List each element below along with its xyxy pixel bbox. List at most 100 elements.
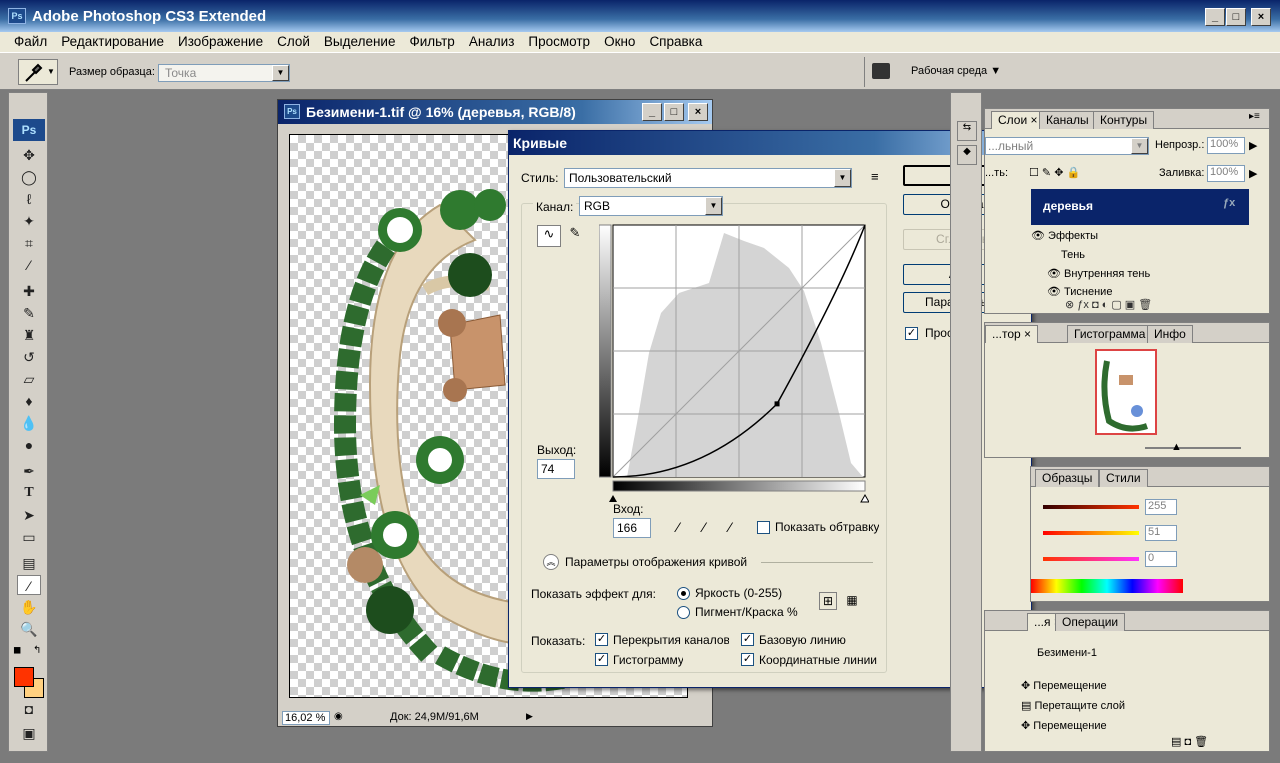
document-titlebar[interactable]: Ps Безимени-1.tif @ 16% (деревья, RGB/8)… [278, 100, 712, 124]
history-item[interactable]: ✥ Перемещение [1021, 719, 1107, 732]
white-point-slider[interactable] [860, 493, 869, 503]
curve-point-tool-icon[interactable]: ∿ [537, 225, 561, 247]
detailed-grid-icon[interactable]: ▦ [843, 592, 861, 610]
quick-mask-icon[interactable]: ◘ [17, 699, 41, 719]
tab-styles[interactable]: Стили [1099, 469, 1148, 487]
zoom-tool-icon[interactable]: 🔍 [17, 619, 41, 639]
output-field[interactable] [537, 459, 575, 479]
menu-analysis[interactable]: Анализ [462, 32, 522, 52]
blue-slider[interactable] [1043, 557, 1139, 561]
black-eyedropper-icon[interactable]: ⁄ [677, 519, 679, 535]
show-clipping-checkbox[interactable] [757, 521, 770, 534]
effect-inner-shadow[interactable]: 👁 Внутренняя тень [1047, 267, 1150, 280]
opacity-field[interactable]: 100% [1207, 137, 1245, 154]
dodge-tool-icon[interactable]: ● [17, 435, 41, 455]
menu-layer[interactable]: Слой [270, 32, 317, 52]
slice-tool-icon[interactable]: ⁄ [17, 255, 41, 275]
fill-field[interactable]: 100% [1207, 165, 1245, 182]
shape-tool-icon[interactable]: ▭ [17, 527, 41, 547]
green-value[interactable]: 51 [1145, 525, 1177, 541]
history-icon[interactable]: ⇆ [957, 121, 977, 141]
file-browser-icon[interactable] [872, 63, 890, 79]
preview-checkbox[interactable]: ✓ [905, 327, 918, 340]
gray-eyedropper-icon[interactable]: ⁄ [703, 519, 705, 535]
swap-colors-icon[interactable]: ↰ [33, 645, 41, 656]
menu-image[interactable]: Изображение [171, 32, 270, 52]
pigment-radio[interactable] [677, 606, 690, 619]
intersection-checkbox[interactable]: ✓ [741, 653, 754, 666]
opacity-arrow-icon[interactable]: ▶ [1249, 139, 1257, 152]
tab-navigator[interactable]: ...тор × [985, 325, 1039, 343]
default-colors-icon[interactable]: ◼ [13, 645, 21, 656]
clone-stamp-icon[interactable]: ♜ [17, 325, 41, 345]
screen-mode-icon[interactable]: ▣ [17, 723, 41, 743]
fill-arrow-icon[interactable]: ▶ [1249, 167, 1257, 180]
tab-layers[interactable]: Слои × [991, 111, 1045, 129]
doc-maximize-button[interactable]: □ [664, 103, 684, 121]
layer-row-trees[interactable]: деревья ƒx [1031, 189, 1249, 225]
eyedropper-tool-icon[interactable]: ⁄ [17, 575, 41, 595]
zoom-slider[interactable] [1145, 447, 1241, 449]
green-slider[interactable] [1043, 531, 1139, 535]
minimize-button[interactable]: _ [1205, 8, 1225, 26]
doc-close-button[interactable]: × [688, 103, 708, 121]
move-tool-icon[interactable]: ✥ [17, 145, 41, 165]
paint-bucket-icon[interactable]: ♦ [17, 391, 41, 411]
menu-edit[interactable]: Редактирование [54, 32, 171, 52]
menu-help[interactable]: Справка [642, 32, 709, 52]
tool-preset-picker[interactable]: ▼ [18, 59, 58, 85]
lock-icons[interactable]: ☐ ✎ ✥ 🔒 [1029, 166, 1080, 179]
notes-tool-icon[interactable]: ▤ [17, 553, 41, 573]
pen-tool-icon[interactable]: ✒ [17, 461, 41, 481]
magic-wand-icon[interactable]: ✦ [17, 211, 41, 231]
collapse-options-icon[interactable]: ︽ [543, 554, 559, 570]
baseline-checkbox[interactable]: ✓ [741, 633, 754, 646]
sample-size-select[interactable]: Точка ▼ [158, 64, 290, 82]
channel-select[interactable]: RGB ▼ [579, 196, 723, 216]
layers-footer-icons[interactable]: ⊗ ƒx ◘ ◐ ▢ ▣ 🗑 [1065, 298, 1152, 311]
type-tool-icon[interactable]: T [17, 483, 41, 503]
path-select-icon[interactable]: ➤ [17, 505, 41, 525]
effect-emboss[interactable]: 👁 Тиснение [1047, 285, 1112, 298]
fx-icon[interactable]: ƒx [1223, 197, 1235, 209]
curve-control-point[interactable] [774, 401, 780, 407]
channel-overlays-checkbox[interactable]: ✓ [595, 633, 608, 646]
black-point-slider[interactable] [609, 495, 617, 502]
foreground-color-swatch[interactable] [14, 667, 34, 687]
history-item[interactable]: ✥ Перемещение [1021, 679, 1107, 692]
color-ramp[interactable] [1031, 579, 1183, 593]
marquee-tool-icon[interactable]: ◯ [17, 167, 41, 187]
zoom-slider-thumb[interactable]: ▲ [1171, 441, 1182, 453]
tab-swatches[interactable]: Образцы [1035, 469, 1100, 487]
healing-brush-icon[interactable]: ✚ [17, 281, 41, 301]
curve-graph[interactable] [599, 223, 869, 513]
zoom-field[interactable]: 16,02 % [282, 711, 330, 725]
history-item[interactable]: ▤ Перетащите слой [1021, 699, 1125, 712]
tab-info[interactable]: Инфо [1147, 325, 1193, 343]
doc-minimize-button[interactable]: _ [642, 103, 662, 121]
blue-value[interactable]: 0 [1145, 551, 1177, 567]
red-slider[interactable] [1043, 505, 1139, 509]
tab-actions[interactable]: Операции [1055, 613, 1126, 631]
brush-tool-icon[interactable]: ✎ [17, 303, 41, 323]
white-eyedropper-icon[interactable]: ⁄ [729, 519, 731, 535]
menu-view[interactable]: Просмотр [521, 32, 597, 52]
menu-window[interactable]: Окно [597, 32, 642, 52]
pencil-draw-tool-icon[interactable]: ✎ [565, 225, 585, 247]
tab-paths[interactable]: Контуры [1093, 111, 1155, 129]
crop-tool-icon[interactable]: ⌗ [17, 233, 41, 253]
light-radio[interactable] [677, 587, 690, 600]
panel-menu-icon[interactable]: ▸≡ [1249, 111, 1260, 122]
histogram-checkbox[interactable]: ✓ [595, 653, 608, 666]
close-button[interactable]: × [1251, 8, 1271, 26]
workspace-menu[interactable]: Рабочая среда ▼ [911, 65, 1001, 77]
tab-histogram[interactable]: Гистограмма [1067, 325, 1153, 343]
preset-options-icon[interactable]: ≡ [871, 169, 879, 184]
menu-filter[interactable]: Фильтр [402, 32, 461, 52]
status-menu-icon[interactable]: ◉ [334, 711, 343, 722]
eraser-tool-icon[interactable]: ▱ [17, 369, 41, 389]
red-value[interactable]: 255 [1145, 499, 1177, 515]
status-arrow-icon[interactable]: ▶ [526, 711, 533, 722]
menu-select[interactable]: Выделение [317, 32, 403, 52]
navigator-thumbnail[interactable] [1095, 349, 1157, 435]
